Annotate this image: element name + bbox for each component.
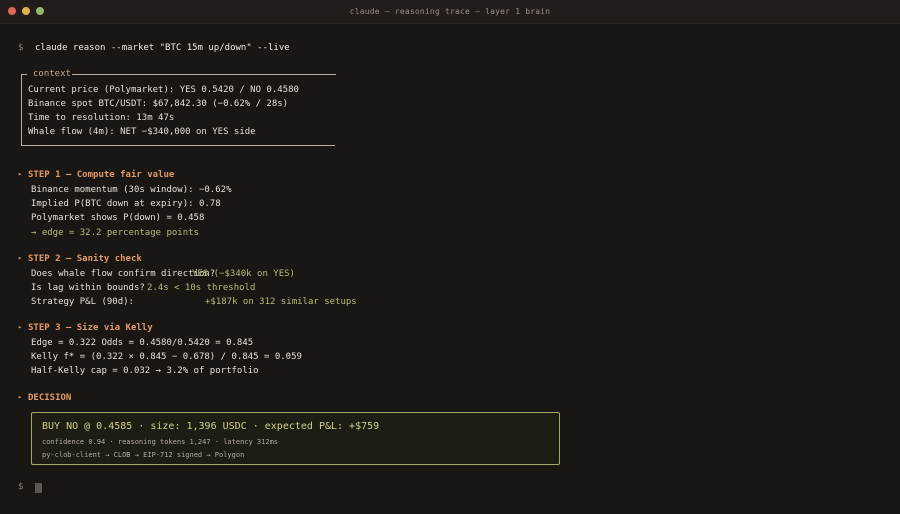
decision-title: DECISION <box>28 393 72 403</box>
step-bullet-icon: ▸ <box>18 254 23 262</box>
step-1-title: STEP 1 — Compute fair value <box>28 170 175 180</box>
step-1-result: → edge = 32.2 percentage points <box>31 228 199 238</box>
decision-box: BUY NO @ 0.4585 · size: 1,396 USDC · exp… <box>31 412 560 465</box>
prompt-symbol: $ <box>18 43 24 53</box>
decision-route: py-clob-client → CLOB → EIP-712 signed →… <box>42 451 245 459</box>
step-line: Polymarket shows P(down) = 0.458 <box>31 213 205 223</box>
check-label: Does whale flow confirm direction? <box>31 269 216 279</box>
window-titlebar: claude — reasoning trace — layer 1 brain <box>0 0 900 24</box>
decision-main: BUY NO @ 0.4585 · size: 1,396 USDC · exp… <box>42 421 380 432</box>
context-box-topline <box>72 74 336 75</box>
check-label: Strategy P&L (90d): <box>31 297 134 307</box>
step-bullet-icon: ▸ <box>18 393 23 401</box>
context-box-corner <box>21 74 27 75</box>
context-label: context <box>33 69 71 79</box>
check-label: Is lag within bounds? <box>31 283 145 293</box>
step-line: Edge = 0.322 Odds = 0.4580/0.5420 = 0.84… <box>31 338 254 348</box>
check-value: 2.4s < 10s threshold <box>147 283 256 293</box>
command-line: claude reason --market "BTC 15m up/down"… <box>35 43 290 53</box>
cursor-icon <box>35 483 42 493</box>
step-3-title: STEP 3 — Size via Kelly <box>28 323 153 333</box>
context-line: Current price (Polymarket): YES 0.5420 /… <box>28 85 299 95</box>
step-line: Half-Kelly cap = 0.032 → 3.2% of portfol… <box>31 366 259 376</box>
context-line: Binance spot BTC/USDT: $67,842.30 (−0.62… <box>28 99 289 109</box>
step-line: Kelly f* = (0.322 × 0.845 − 0.678) / 0.8… <box>31 352 302 362</box>
context-line: Whale flow (4m): NET −$340,000 on YES si… <box>28 127 256 137</box>
context-line: Time to resolution: 13m 47s <box>28 113 175 123</box>
step-bullet-icon: ▸ <box>18 170 23 178</box>
step-line: Implied P(BTC down at expiry): 0.78 <box>31 199 221 209</box>
step-bullet-icon: ▸ <box>18 323 23 331</box>
step-2-title: STEP 2 — Sanity check <box>28 254 142 264</box>
window-title: claude — reasoning trace — layer 1 brain <box>349 7 551 16</box>
check-value: YES (−$340k on YES) <box>192 269 295 279</box>
prompt-symbol: $ <box>18 482 24 492</box>
decision-meta: confidence 0.94 · reasoning tokens 1,247… <box>42 438 279 446</box>
terminal-input[interactable] <box>35 483 42 494</box>
check-value: +$187k on 312 similar setups <box>205 297 357 307</box>
step-line: Binance momentum (30s window): −0.62% <box>31 185 232 195</box>
